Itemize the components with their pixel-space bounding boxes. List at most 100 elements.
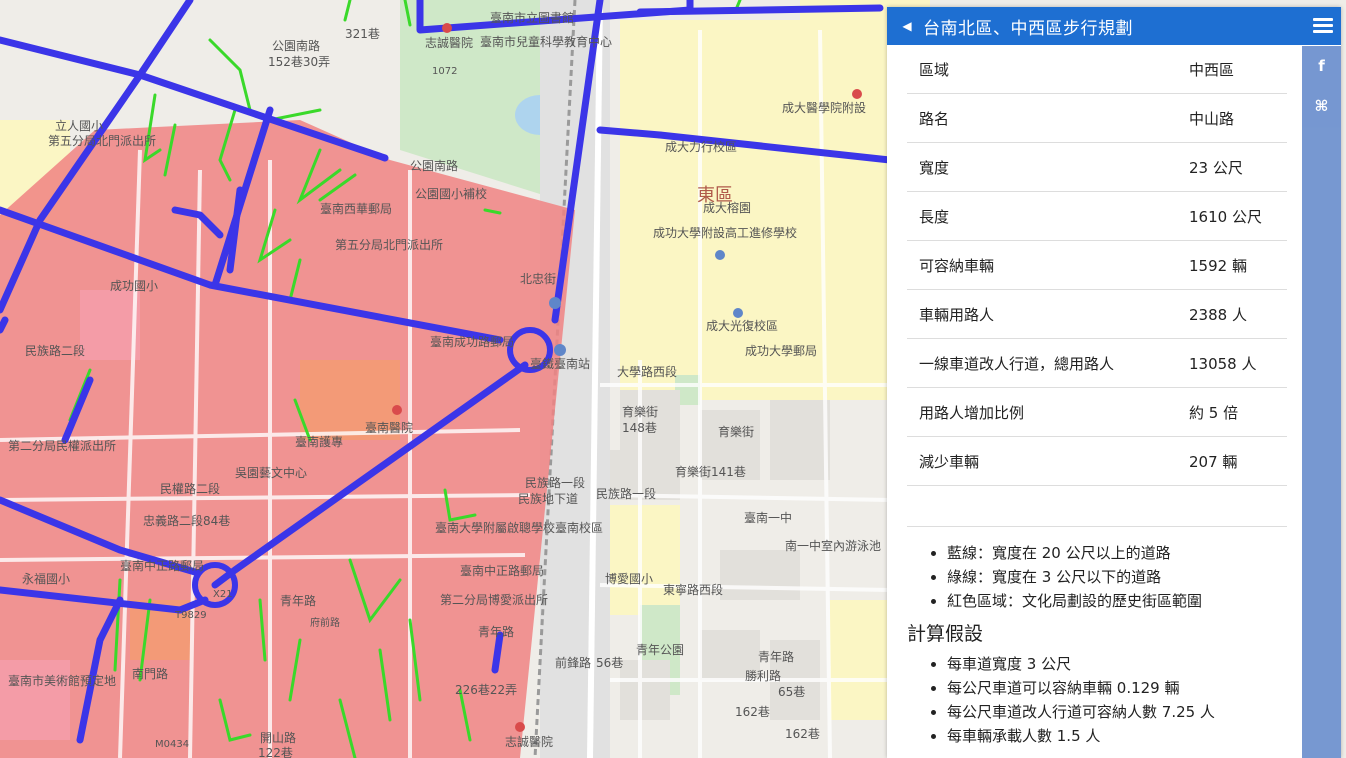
row-value: 23 公尺 xyxy=(1177,142,1287,192)
map-label-minzu-rd1-east: 民族路一段 xyxy=(596,486,656,501)
map-label-bochai-elem: 博愛國小 xyxy=(605,571,653,586)
assumption-item: 每公尺車道改人行道可容納人數 7.25 人 xyxy=(947,700,1321,724)
map-label-qingnian-rd-2: 青年路 xyxy=(478,624,514,639)
facebook-share-button[interactable]: f xyxy=(1302,46,1341,86)
map-label-yule-st-2: 育樂街 xyxy=(718,424,754,439)
map-label-tainan-vocational: 臺南護專 xyxy=(295,434,343,449)
table-row: 減少車輛 207 輛 xyxy=(907,436,1287,486)
map-label-yongfu-elem: 永福國小 xyxy=(22,571,70,586)
map-label-tainan-station: 臺鐵臺南站 xyxy=(530,356,590,371)
map-label-renai-hospital: 志誠醫院 xyxy=(505,735,553,749)
map-label-zhicheng-hospital: 志誠醫院 xyxy=(425,36,473,50)
map-label-police-5b: 第五分局北門派出所 xyxy=(48,134,156,148)
divider xyxy=(907,526,1287,527)
panel-title: 台南北區、中西區步行規劃 xyxy=(923,18,1133,39)
map-label-qingyong: 162巷 xyxy=(735,705,770,719)
map-label-park-road: 公園南路 xyxy=(272,38,320,53)
map-label-ncku-affil: 臺南大學附屬啟聰學校臺南校區 xyxy=(435,520,603,535)
table-row: 車輛用路人 2388 人 xyxy=(907,289,1287,339)
map-label-qingnian-park: 青年公園 xyxy=(636,643,684,657)
map-label-1072: 1072 xyxy=(432,66,457,77)
map-label-ncku-hospital: 成大醫學院附設 xyxy=(782,100,866,115)
assumptions-list: 每車道寬度 3 公尺 每公尺車道可以容納車輛 0.129 輛 每公尺車道改人行道… xyxy=(907,652,1321,748)
row-value: 中西區 xyxy=(1177,45,1287,94)
row-value: 1610 公尺 xyxy=(1177,191,1287,241)
map-label-police-nan: 第二分局博愛派出所 xyxy=(440,592,548,607)
row-label: 可容納車輛 xyxy=(907,240,1177,290)
hamburger-line xyxy=(1313,24,1333,27)
map-label-dongning-rd-west: 東寧路西段 xyxy=(663,582,723,597)
table-row: 路名 中山路 xyxy=(907,93,1287,143)
map-label-park-road-2: 公園南路 xyxy=(410,158,458,173)
row-value: 207 輛 xyxy=(1177,436,1287,486)
table-row: 用路人增加比例 約 5 倍 xyxy=(907,387,1287,437)
menu-button[interactable] xyxy=(1313,16,1333,36)
map-label-t9829: T9829 xyxy=(174,610,207,621)
assumption-item: 每車輛承載人數 1.5 人 xyxy=(947,724,1321,748)
row-label: 車輛用路人 xyxy=(907,289,1177,339)
row-label: 長度 xyxy=(907,191,1177,241)
assumptions-title: 計算假設 xyxy=(907,623,984,645)
map-label-beizhong: 北忠街 xyxy=(520,272,556,286)
table-row: 長度 1610 公尺 xyxy=(907,191,1287,241)
map-label-kaishan-rd: 開山路 xyxy=(260,730,296,745)
map-label-ncku-post: 成功大學郵局 xyxy=(745,344,817,358)
assumption-item: 每公尺車道可以容納車輛 0.129 輛 xyxy=(947,676,1321,700)
legend-item-green: 綠線：寬度在 3 公尺以下的道路 xyxy=(947,565,1321,589)
legend-item-blue: 藍線：寬度在 20 公尺以上的道路 xyxy=(947,541,1321,565)
map-label-yule-148: 148巷 xyxy=(622,421,657,435)
map-label-minzu-rd1: 民族路一段 xyxy=(525,475,585,490)
map-label-minzu-rd2: 民族路二段 xyxy=(25,343,85,358)
map-label-district: 東區 xyxy=(697,185,733,206)
road-info-table: 區域 中西區 路名 中山路 寬度 23 公尺 長度 1610 公尺 可容納車輛 xyxy=(907,45,1287,486)
map-label-shengli-65: 65巷 xyxy=(778,685,805,699)
map-label-daxue-rd-west: 大學路西段 xyxy=(617,364,677,379)
row-label: 區域 xyxy=(907,45,1177,94)
map-label-garden-school: 公園國小補校 xyxy=(415,186,487,201)
panel-header: ◀ 台南北區、中西區步行規劃 xyxy=(887,7,1341,45)
map-label-zhongzheng: 臺南中正路郵局 xyxy=(460,563,544,578)
map-label-122: 122巷 xyxy=(258,746,293,758)
map-label-nanmen-rd: 南門路 xyxy=(132,666,168,681)
table-row: 可容納車輛 1592 輛 xyxy=(907,240,1287,290)
map-label-num-162: 162巷 xyxy=(785,727,820,741)
hamburger-line xyxy=(1313,30,1333,33)
map-label-shengli-rd: 勝利路 xyxy=(745,668,781,683)
map-label-tainan-hospital: 臺南醫院 xyxy=(365,420,413,435)
map-label-west-post: 臺南西華郵局 xyxy=(320,201,392,216)
row-label: 一線車道改人行道，總用路人 xyxy=(907,338,1177,388)
map-label-police-2: 第二分局民權派出所 xyxy=(8,439,116,453)
table-row: 寬度 23 公尺 xyxy=(907,142,1287,192)
map-label-police-5: 第五分局北門派出所 xyxy=(335,238,443,252)
map-label-minzu-underpass: 民族地下道 xyxy=(518,492,578,506)
map-label-yizhong-pool: 南一中室內游泳池 xyxy=(785,538,881,553)
row-value: 1592 輛 xyxy=(1177,240,1287,290)
map-label-art-museum: 臺南市美術館預定地 xyxy=(8,673,116,688)
info-panel: ◀ 台南北區、中西區步行規劃 區域 中西區 路名 中山路 寬度 23 公尺 長度… xyxy=(887,7,1341,758)
map-label-chengda-xing: 成大力行校區 xyxy=(665,139,737,154)
map-label-yule-141: 育樂街141巷 xyxy=(675,464,746,479)
map-label-tainan-yizhong: 臺南一中 xyxy=(744,510,792,525)
map-label-qianfeng-56: 前鋒路 xyxy=(555,655,591,670)
github-link-button[interactable]: ⌘ xyxy=(1302,86,1341,126)
map-label-qingnian-rd: 青年路 xyxy=(280,593,316,608)
panel-body: 區域 中西區 路名 中山路 寬度 23 公尺 長度 1610 公尺 可容納車輛 xyxy=(887,45,1341,748)
collapse-panel-button[interactable]: ◀ xyxy=(895,7,919,45)
map-label-321: 321巷 xyxy=(345,27,380,41)
row-label: 用路人增加比例 xyxy=(907,387,1177,437)
map-label-fuqian-rd: 府前路 xyxy=(310,616,340,629)
row-label: 減少車輛 xyxy=(907,436,1177,486)
map-label-qingnian-rd-3: 青年路 xyxy=(758,649,794,664)
map-label-minquan-rd2: 民權路二段 xyxy=(160,481,220,496)
map-label-qingnian-226: 226巷22弄 xyxy=(455,683,517,697)
row-value: 13058 人 xyxy=(1177,338,1287,388)
facebook-icon: f xyxy=(1318,57,1325,75)
row-value: 2388 人 xyxy=(1177,289,1287,339)
map-label-lili: 立人國小 xyxy=(55,118,103,133)
map-label-science-center: 臺南市兒童科學教育中心 xyxy=(480,34,612,49)
map-label-wuyuan-center: 吳園藝文中心 xyxy=(235,465,307,480)
social-bar: f ⌘ xyxy=(1302,46,1341,758)
map-label-art-museum-post: 臺南中正路郵局 xyxy=(120,558,204,573)
map-label-chenggong-elem: 成功國小 xyxy=(110,279,158,293)
